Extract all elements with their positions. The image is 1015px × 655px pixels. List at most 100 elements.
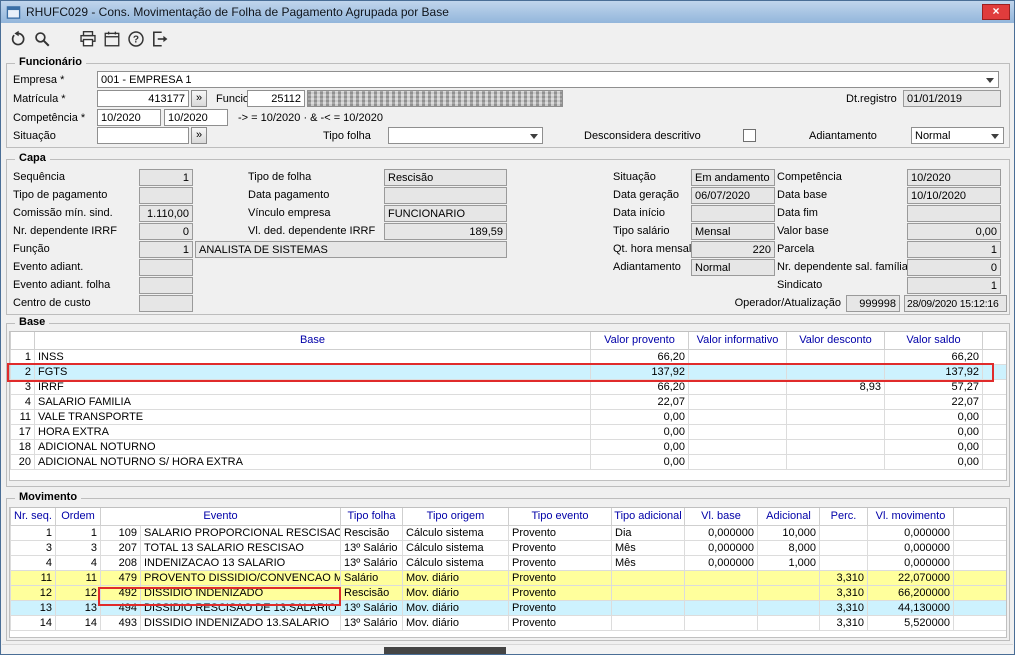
tipo-folha-label: Tipo folha — [323, 130, 371, 143]
horizontal-scrollbar[interactable] — [2, 644, 1013, 654]
base-cell — [689, 394, 787, 409]
base-row[interactable]: 11VALE TRANSPORTE0,000,00 — [11, 409, 1007, 424]
dt-registro-value: 01/01/2019 — [903, 90, 1001, 107]
calendar-button[interactable] — [101, 28, 123, 50]
base-row[interactable]: 1INSS66,2066,20 — [11, 349, 1007, 364]
base-column-header[interactable]: Valor saldo — [885, 332, 983, 349]
movimento-cell: 13 — [11, 600, 56, 615]
movimento-row[interactable]: 44208INDENIZACAO 13 SALARIO13º SalárioCá… — [11, 555, 1007, 570]
movimento-column-header[interactable]: Nr. seq. — [11, 508, 56, 525]
movimento-table: Nr. seq.OrdemEventoTipo folhaTipo origem… — [10, 508, 1007, 631]
adiantamento-select[interactable]: Normal — [911, 127, 1004, 144]
movimento-cell: Dia — [612, 525, 685, 540]
base-row[interactable]: 2FGTS137,92137,92 — [11, 364, 1007, 379]
base-cell — [689, 409, 787, 424]
base-cell — [787, 454, 885, 469]
movimento-column-header[interactable]: Perc. — [820, 508, 868, 525]
movimento-cell: PROVENTO DISSIDIO/CONVENCAO MES — [141, 570, 341, 585]
movimento-row[interactable]: 1414493DISSIDIO INDENIZADO 13.SALARIO13º… — [11, 615, 1007, 630]
titlebar: RHUFC029 - Cons. Movimentação de Folha d… — [1, 1, 1014, 23]
movimento-column-header[interactable]: Tipo evento — [509, 508, 612, 525]
movimento-grid-area: Nr. seq.OrdemEventoTipo folhaTipo origem… — [9, 507, 1007, 638]
matricula-lookup-button[interactable]: » — [191, 90, 207, 107]
movimento-column-header[interactable]: Tipo adicional — [612, 508, 685, 525]
empresa-select[interactable]: 001 - EMPRESA 1 — [97, 71, 999, 88]
base-row[interactable]: 20ADICIONAL NOTURNO S/ HORA EXTRA0,000,0… — [11, 454, 1007, 469]
competencia-ate-input[interactable]: 10/2020 — [164, 109, 228, 126]
movimento-cell: 0,000000 — [685, 525, 758, 540]
help-icon: ? — [127, 30, 145, 48]
calendar-icon — [103, 30, 121, 48]
movimento-row[interactable]: 11109SALARIO PROPORCIONAL RESCISAORescis… — [11, 525, 1007, 540]
base-row[interactable]: 3IRRF66,208,9357,27 — [11, 379, 1007, 394]
base-cell: 0,00 — [885, 424, 983, 439]
movimento-cell — [758, 615, 820, 630]
movimento-cell: 3 — [11, 540, 56, 555]
base-cell — [983, 439, 1007, 454]
movimento-row[interactable]: 1313494DISSIDIO RESCISAO DE 13.SALARIO S… — [11, 600, 1007, 615]
base-cell — [983, 454, 1007, 469]
movimento-cell: 13º Salário — [341, 615, 403, 630]
base-cell — [689, 439, 787, 454]
movimento-cell: Mov. diário — [403, 570, 509, 585]
base-cell: 4 — [11, 394, 35, 409]
base-grid-area: BaseValor proventoValor informativoValor… — [9, 331, 1007, 481]
movimento-cell: Salário — [341, 570, 403, 585]
movimento-row[interactable]: 1111479PROVENTO DISSIDIO/CONVENCAO MESSa… — [11, 570, 1007, 585]
base-cell — [787, 364, 885, 379]
funcionario-codigo-input[interactable]: 25112 — [247, 90, 305, 107]
movimento-column-header[interactable]: Ordem — [56, 508, 101, 525]
base-column-header[interactable]: Valor informativo — [689, 332, 787, 349]
movimento-cell: Provento — [509, 570, 612, 585]
help-button[interactable]: ? — [125, 28, 147, 50]
close-button[interactable]: × — [982, 4, 1010, 20]
matricula-input[interactable]: 413177 — [97, 90, 189, 107]
empresa-value: 001 - EMPRESA 1 — [101, 73, 192, 87]
base-cell: FGTS — [35, 364, 591, 379]
movimento-column-header[interactable]: Evento — [101, 508, 341, 525]
situacao-input[interactable] — [97, 127, 189, 144]
movimento-column-header[interactable]: Vl. movimento — [868, 508, 954, 525]
situacao-lookup-button[interactable]: » — [191, 127, 207, 144]
movimento-row[interactable]: 33207TOTAL 13 SALARIO RESCISAO13º Salári… — [11, 540, 1007, 555]
movimento-cell: 493 — [101, 615, 141, 630]
exit-button[interactable] — [149, 28, 171, 50]
print-button[interactable] — [77, 28, 99, 50]
movimento-cell: Provento — [509, 540, 612, 555]
movimento-cell: 1 — [56, 525, 101, 540]
movimento-cell: 66,200000 — [868, 585, 954, 600]
movimento-cell — [612, 585, 685, 600]
movimento-cell: 3,310 — [820, 600, 868, 615]
desconsidera-descritivo-checkbox[interactable] — [743, 129, 756, 142]
movimento-row[interactable]: 1212492DISSIDIO INDENIZADORescisãoMov. d… — [11, 585, 1007, 600]
base-column-header[interactable]: Base — [35, 332, 591, 349]
movimento-column-header[interactable]: Tipo folha — [341, 508, 403, 525]
base-cell: 0,00 — [591, 454, 689, 469]
movimento-cell: TOTAL 13 SALARIO RESCISAO — [141, 540, 341, 555]
competencia-hint: -> = 10/2020 · & -< = 10/2020 — [238, 112, 383, 125]
movimento-cell: 479 — [101, 570, 141, 585]
movimento-column-header[interactable]: Tipo origem — [403, 508, 509, 525]
base-column-header[interactable]: Valor desconto — [787, 332, 885, 349]
dt-registro-label: Dt.registro — [846, 93, 897, 106]
movimento-column-header[interactable]: Vl. base — [685, 508, 758, 525]
base-row[interactable]: 4SALARIO FAMILIA22,0722,07 — [11, 394, 1007, 409]
movimento-cell: 3,310 — [820, 615, 868, 630]
movimento-cell — [685, 615, 758, 630]
movimento-column-header[interactable]: Adicional — [758, 508, 820, 525]
movimento-cell: Cálculo sistema — [403, 555, 509, 570]
movimento-cell: 22,070000 — [868, 570, 954, 585]
tipo-folha-select[interactable] — [388, 127, 543, 144]
search-button[interactable] — [31, 28, 53, 50]
base-row[interactable]: 17HORA EXTRA0,000,00 — [11, 424, 1007, 439]
adiantamento-label: Adiantamento — [809, 130, 877, 143]
competencia-de-input[interactable]: 10/2020 — [97, 109, 161, 126]
movimento-header-row: Nr. seq.OrdemEventoTipo folhaTipo origem… — [11, 508, 1007, 525]
undo-button[interactable] — [7, 28, 29, 50]
base-column-header[interactable]: Valor provento — [591, 332, 689, 349]
base-cell: 66,20 — [591, 379, 689, 394]
scrollbar-thumb[interactable] — [384, 647, 506, 654]
base-row[interactable]: 18ADICIONAL NOTURNO0,000,00 — [11, 439, 1007, 454]
movimento-cell: 44,130000 — [868, 600, 954, 615]
movimento-cell: 0,000000 — [868, 555, 954, 570]
